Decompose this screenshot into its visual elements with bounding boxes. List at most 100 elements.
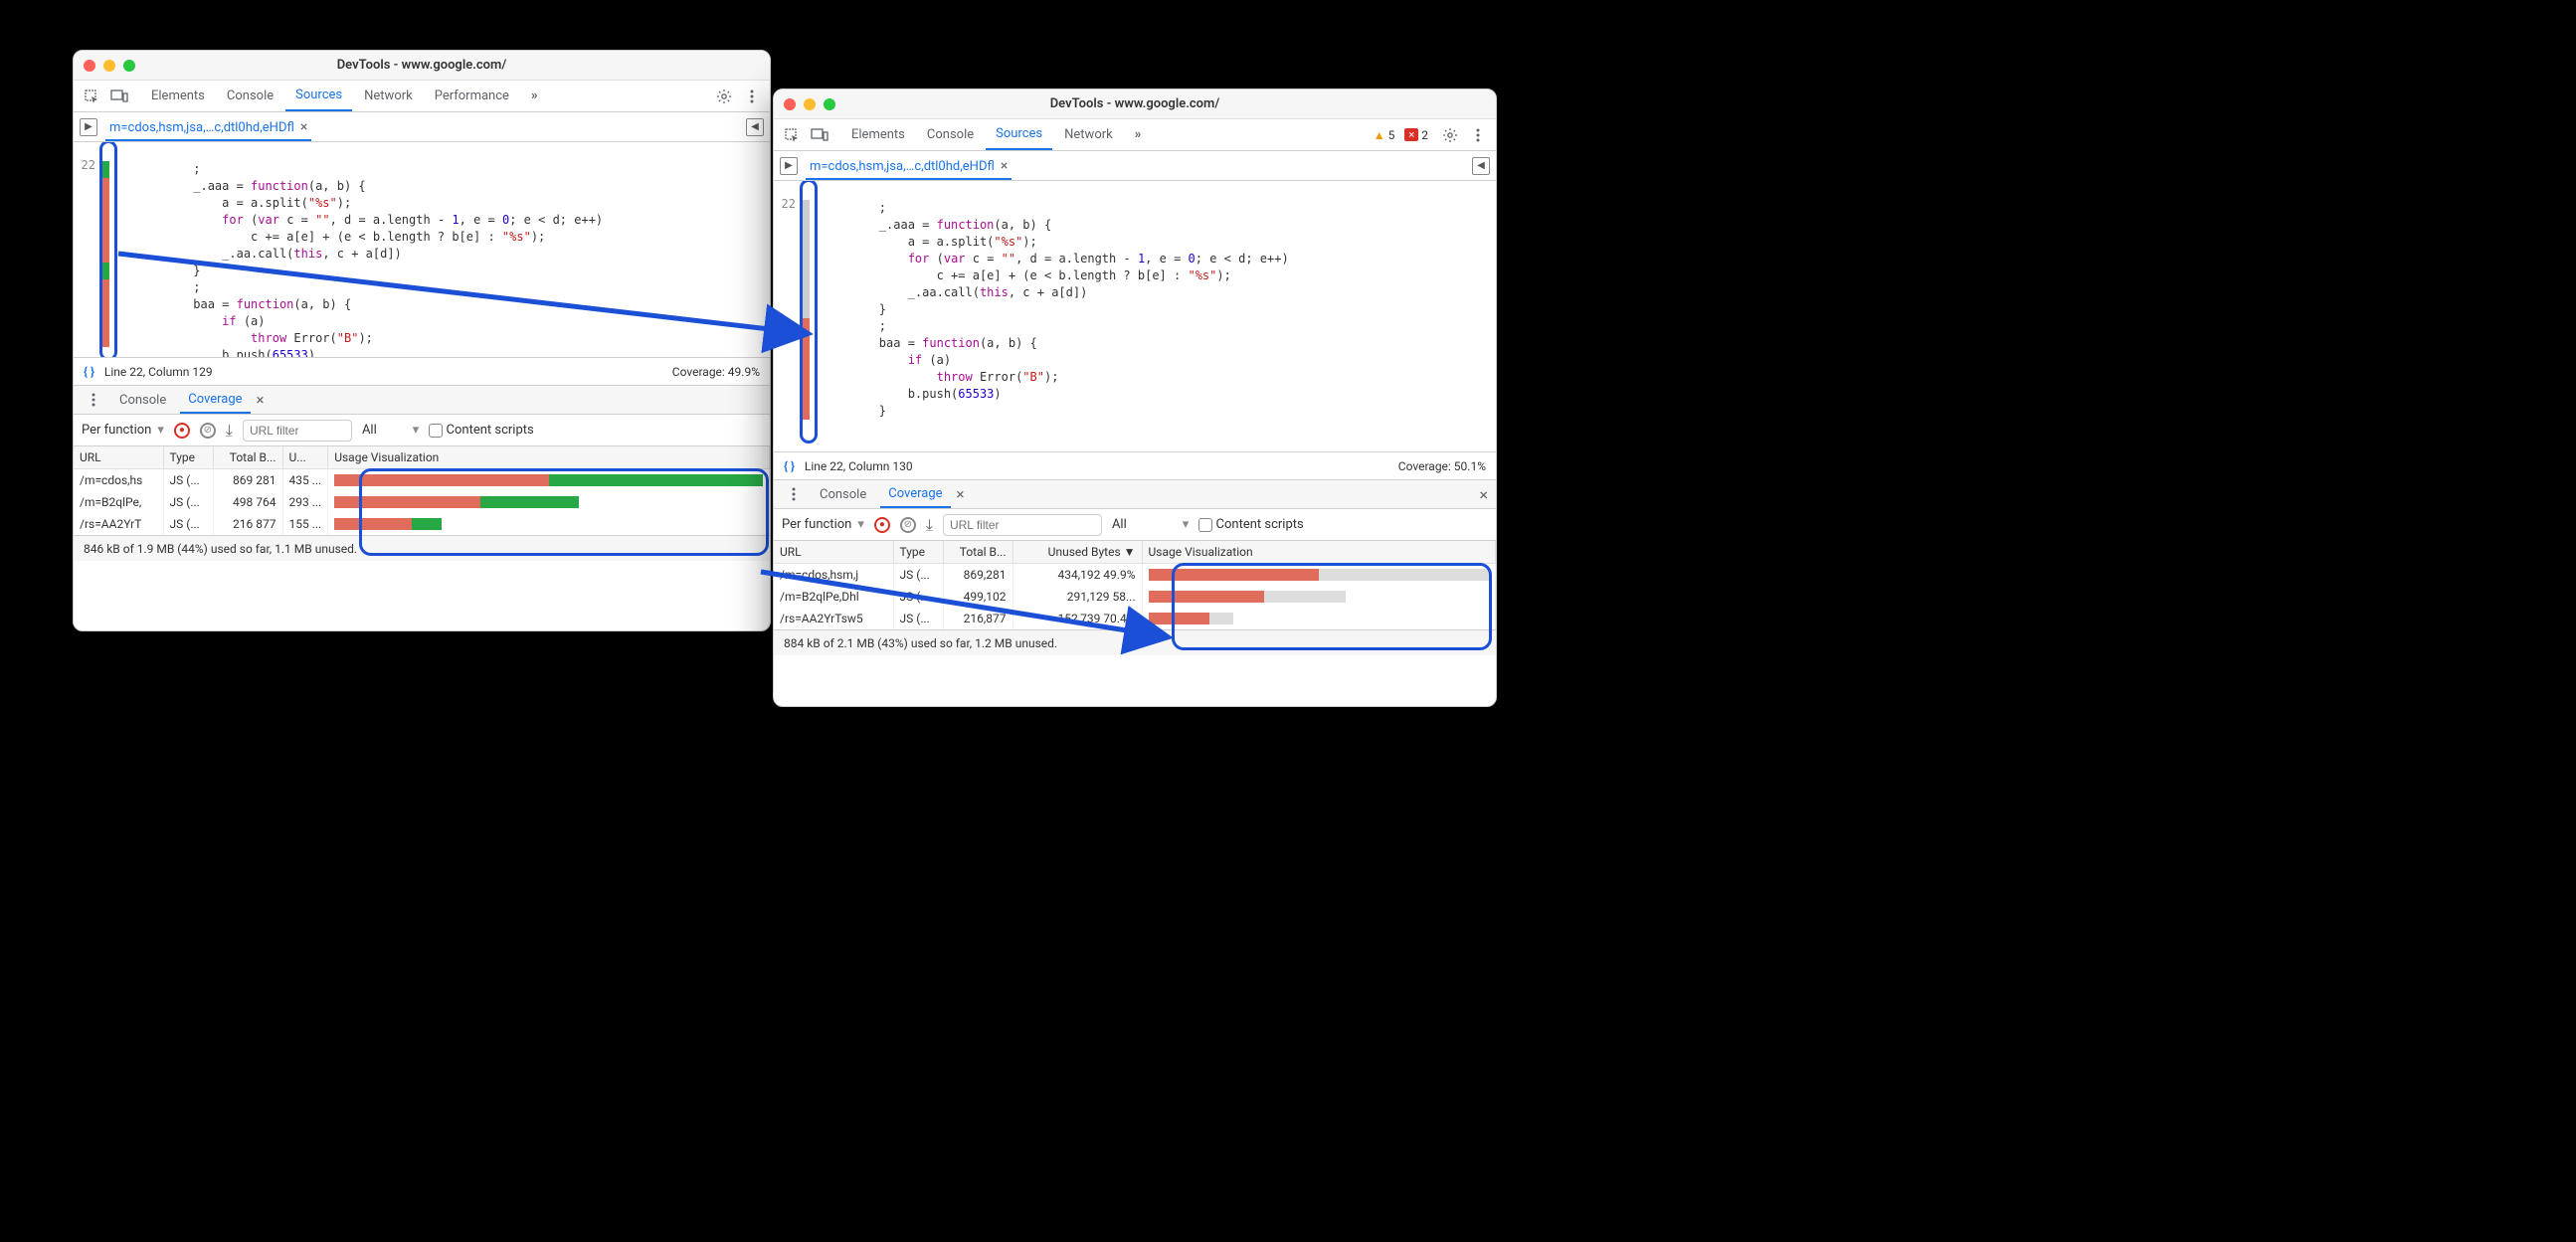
col-type[interactable]: Type [893, 541, 943, 564]
show-sidebar-icon[interactable]: ◀ [746, 118, 764, 136]
col-unused[interactable]: Unused Bytes ▼ [1012, 541, 1142, 564]
show-navigator-icon[interactable]: ▶ [80, 118, 97, 136]
pretty-print-icon[interactable]: { } [84, 365, 94, 379]
more-tabs[interactable]: » [1125, 119, 1152, 150]
drawer-tab-console[interactable]: Console [111, 386, 174, 414]
clear-icon[interactable]: ⊘ [200, 423, 216, 439]
table-row[interactable]: /m=B2qlPe,JS (...498 764293 ... [74, 491, 770, 513]
export-icon[interactable]: ⤓ [926, 515, 933, 535]
content-scripts-checkbox[interactable] [429, 424, 443, 438]
pretty-print-icon[interactable]: { } [784, 459, 795, 473]
devtools-window-left: DevTools - www.google.com/ Elements Cons… [73, 50, 771, 631]
kebab-icon[interactable] [82, 388, 105, 412]
file-bar: ▶ m=cdos,hsm,jsa,…c,dtl0hd,eHDfl × ◀ [774, 151, 1496, 181]
zoom-dot[interactable] [123, 60, 135, 72]
code-editor[interactable]: 22 ; _.aaa = function(a, b) { a = a.spli… [74, 142, 770, 357]
errors-badge[interactable]: ×2 [1404, 128, 1428, 142]
traffic-lights [84, 60, 135, 72]
cursor-position: Line 22, Column 129 [104, 365, 213, 379]
tab-console[interactable]: Console [217, 81, 283, 111]
coverage-pct: Coverage: 50.1% [1398, 459, 1486, 473]
url-filter-input[interactable] [943, 514, 1102, 536]
device-icon[interactable] [107, 85, 131, 108]
code-body: ; _.aaa = function(a, b) { a = a.split("… [109, 142, 770, 357]
coverage-footer: 846 kB of 1.9 MB (44%) used so far, 1.1 … [74, 535, 770, 561]
editor-statusbar: { } Line 22, Column 129 Coverage: 49.9% [74, 357, 770, 385]
devtools-window-right: DevTools - www.google.com/ Elements Cons… [773, 89, 1497, 707]
tab-sources[interactable]: Sources [986, 119, 1052, 150]
kebab-icon[interactable] [1466, 123, 1490, 147]
gear-icon[interactable] [712, 85, 736, 108]
record-icon[interactable]: ● [174, 423, 190, 439]
main-toolbar: Elements Console Sources Network Perform… [74, 81, 770, 112]
table-row[interactable]: /m=B2qlPe,DhlJS (...499,102291,129 58... [774, 586, 1496, 608]
gear-icon[interactable] [1438, 123, 1462, 147]
source-file-tab[interactable]: m=cdos,hsm,jsa,…c,dtl0hd,eHDfl × [105, 112, 311, 141]
col-unused[interactable]: U... [282, 446, 328, 469]
close-icon[interactable]: × [300, 119, 307, 135]
tab-network[interactable]: Network [354, 81, 423, 111]
file-bar: ▶ m=cdos,hsm,jsa,…c,dtl0hd,eHDfl × ◀ [74, 112, 770, 142]
coverage-gutter [101, 142, 109, 357]
col-type[interactable]: Type [163, 446, 213, 469]
show-navigator-icon[interactable]: ▶ [780, 157, 798, 175]
kebab-icon[interactable] [740, 85, 764, 108]
file-tab-label: m=cdos,hsm,jsa,…c,dtl0hd,eHDfl [109, 120, 294, 135]
traffic-lights [784, 98, 835, 110]
tab-console[interactable]: Console [917, 119, 984, 150]
col-total[interactable]: Total B... [213, 446, 282, 469]
minimize-dot[interactable] [103, 60, 115, 72]
table-row[interactable]: /m=cdos,hsJS (...869 281435 ... [74, 469, 770, 492]
content-scripts-checkbox[interactable] [1198, 518, 1212, 532]
panel-tabs: Elements Console Sources Network » [841, 119, 1151, 150]
inspect-icon[interactable] [80, 85, 103, 108]
close-icon[interactable]: × [957, 485, 965, 503]
coverage-table-wrap: URL Type Total B... U... Usage Visualiza… [74, 446, 770, 535]
tab-elements[interactable]: Elements [841, 119, 915, 150]
drawer-tab-console[interactable]: Console [812, 480, 874, 508]
source-file-tab[interactable]: m=cdos,hsm,jsa,…c,dtl0hd,eHDfl × [806, 151, 1012, 180]
tab-performance[interactable]: Performance [425, 81, 519, 111]
tab-elements[interactable]: Elements [141, 81, 215, 111]
close-drawer-icon[interactable]: × [1479, 485, 1488, 504]
clear-icon[interactable]: ⊘ [900, 517, 916, 533]
per-function-select[interactable]: Per function▾ [82, 423, 164, 438]
drawer-tab-coverage[interactable]: Coverage [180, 386, 250, 414]
code-editor[interactable]: 22 ; _.aaa = function(a, b) { a = a.spli… [774, 181, 1496, 451]
record-icon[interactable]: ● [874, 517, 890, 533]
window-title: DevTools - www.google.com/ [774, 96, 1496, 111]
inspect-icon[interactable] [780, 123, 804, 147]
col-url[interactable]: URL [774, 541, 893, 564]
col-usage[interactable]: Usage Visualization [328, 446, 770, 469]
table-row[interactable]: /rs=AA2YrTsw5JS (...216,877152,739 70.4% [774, 608, 1496, 629]
device-icon[interactable] [808, 123, 831, 147]
warnings-badge[interactable]: ▲5 [1374, 128, 1395, 142]
table-row[interactable]: /m=cdos,hsm,jJS (...869,281434,192 49.9% [774, 564, 1496, 587]
close-dot[interactable] [84, 60, 95, 72]
line-gutter: 22 [774, 181, 802, 451]
zoom-dot[interactable] [824, 98, 835, 110]
drawer-header: Console Coverage × [74, 385, 770, 415]
type-filter-select[interactable]: All▾ [362, 423, 419, 438]
col-url[interactable]: URL [74, 446, 163, 469]
per-function-select[interactable]: Per function▾ [782, 517, 864, 532]
close-icon[interactable]: × [1001, 158, 1008, 174]
drawer-tab-coverage[interactable]: Coverage [880, 480, 950, 508]
cursor-position: Line 22, Column 130 [805, 459, 913, 473]
col-usage[interactable]: Usage Visualization [1142, 541, 1496, 564]
export-icon[interactable]: ⤓ [226, 421, 233, 441]
table-row[interactable]: /rs=AA2YrTJS (...216 877155 ... [74, 513, 770, 535]
editor-statusbar: { } Line 22, Column 130 Coverage: 50.1% [774, 451, 1496, 479]
kebab-icon[interactable] [782, 482, 806, 506]
main-toolbar: Elements Console Sources Network » ▲5 ×2 [774, 119, 1496, 151]
minimize-dot[interactable] [804, 98, 816, 110]
close-dot[interactable] [784, 98, 796, 110]
close-icon[interactable]: × [257, 391, 265, 409]
show-sidebar-icon[interactable]: ◀ [1472, 157, 1490, 175]
more-tabs[interactable]: » [521, 81, 548, 111]
type-filter-select[interactable]: All▾ [1112, 517, 1189, 532]
tab-network[interactable]: Network [1054, 119, 1123, 150]
url-filter-input[interactable] [243, 420, 352, 442]
tab-sources[interactable]: Sources [285, 81, 352, 111]
col-total[interactable]: Total B... [943, 541, 1012, 564]
